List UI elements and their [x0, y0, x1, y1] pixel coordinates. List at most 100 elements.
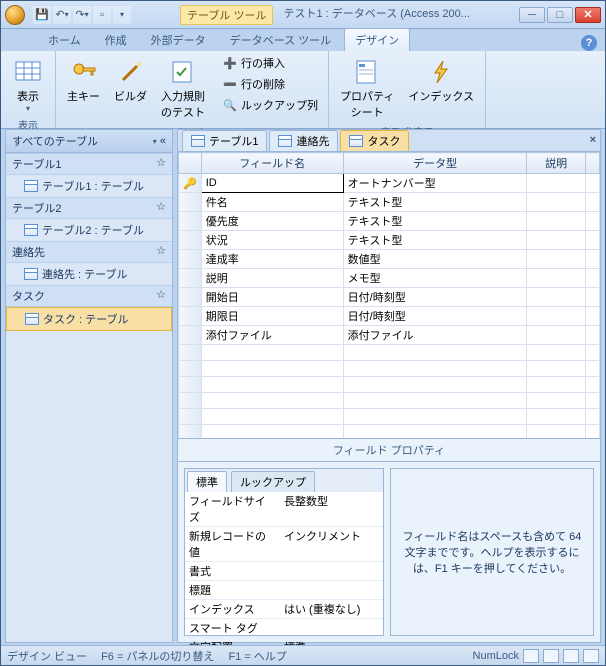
row-selector[interactable]: [179, 212, 202, 231]
nav-item[interactable]: 連絡先 : テーブル: [6, 263, 172, 285]
cell-description[interactable]: [527, 288, 586, 307]
nav-item[interactable]: タスク : テーブル: [6, 307, 172, 331]
property-row[interactable]: 新規レコードの値インクリメント: [185, 527, 383, 562]
row-selector[interactable]: [179, 288, 202, 307]
view-button[interactable]: 表示▾: [7, 53, 49, 116]
nav-header[interactable]: すべてのテーブル ▾ «: [6, 130, 172, 153]
table-row[interactable]: 件名テキスト型: [179, 193, 600, 212]
cell-description[interactable]: [527, 326, 586, 345]
cell-data-type[interactable]: テキスト型: [343, 193, 527, 212]
view-switch-pivottable-icon[interactable]: [563, 649, 579, 663]
property-row[interactable]: スマート タグ: [185, 619, 383, 638]
doctab-contacts[interactable]: 連絡先: [269, 130, 338, 151]
table-row[interactable]: 説明メモ型: [179, 269, 600, 288]
office-orb-button[interactable]: [5, 5, 25, 25]
cell-field-name[interactable]: ID: [201, 174, 343, 193]
cell-description[interactable]: [527, 250, 586, 269]
doctab-table1[interactable]: テーブル1: [182, 130, 267, 151]
property-row[interactable]: フィールドサイズ長整数型: [185, 492, 383, 527]
qat-redo-icon[interactable]: ↷▾: [73, 6, 91, 24]
qat-customize-icon[interactable]: ▾: [113, 6, 131, 24]
lookup-column-button[interactable]: 🔍ルックアップ列: [218, 95, 322, 115]
design-grid[interactable]: フィールド名 データ型 説明 🔑IDオートナンバー型件名テキスト型優先度テキスト…: [178, 152, 600, 439]
cell-data-type[interactable]: 日付/時刻型: [343, 307, 527, 326]
view-switch-datasheet-icon[interactable]: [543, 649, 559, 663]
cell-description[interactable]: [527, 307, 586, 326]
row-selector[interactable]: [179, 307, 202, 326]
view-switch-design-icon[interactable]: [523, 649, 539, 663]
doctab-tasks[interactable]: タスク: [340, 130, 409, 151]
cell-field-name[interactable]: 件名: [201, 193, 343, 212]
cell-field-name[interactable]: 優先度: [201, 212, 343, 231]
builder-button[interactable]: ビルダ: [109, 53, 152, 107]
close-button[interactable]: ✕: [575, 7, 601, 23]
cell-description[interactable]: [527, 212, 586, 231]
proptab-general[interactable]: 標準: [187, 471, 227, 492]
cell-data-type[interactable]: メモ型: [343, 269, 527, 288]
table-row[interactable]: 達成率数値型: [179, 250, 600, 269]
row-selector[interactable]: [179, 250, 202, 269]
view-switch-pivotchart-icon[interactable]: [583, 649, 599, 663]
cell-data-type[interactable]: 添付ファイル: [343, 326, 527, 345]
tab-design[interactable]: デザイン: [344, 28, 410, 51]
maximize-button[interactable]: □: [547, 7, 573, 23]
col-field-name[interactable]: フィールド名: [201, 153, 343, 174]
row-selector[interactable]: 🔑: [179, 174, 202, 193]
cell-data-type[interactable]: 日付/時刻型: [343, 288, 527, 307]
proptab-lookup[interactable]: ルックアップ: [231, 471, 315, 492]
nav-group-header[interactable]: タスク☆: [6, 285, 172, 307]
table-row[interactable]: 優先度テキスト型: [179, 212, 600, 231]
minimize-button[interactable]: ─: [519, 7, 545, 23]
cell-data-type[interactable]: オートナンバー型: [343, 174, 527, 193]
cell-description[interactable]: [527, 231, 586, 250]
tab-home[interactable]: ホーム: [37, 28, 92, 51]
validation-test-button[interactable]: 入力規則 のテスト: [156, 53, 210, 123]
help-icon[interactable]: ?: [581, 35, 597, 51]
document-tabs: テーブル1 連絡先 タスク ×: [178, 130, 600, 152]
doctab-close-icon[interactable]: ×: [590, 134, 596, 146]
cell-data-type[interactable]: テキスト型: [343, 212, 527, 231]
cell-data-type[interactable]: テキスト型: [343, 231, 527, 250]
nav-item[interactable]: テーブル2 : テーブル: [6, 219, 172, 241]
row-selector[interactable]: [179, 326, 202, 345]
qat-extra-icon[interactable]: ▫: [93, 6, 111, 24]
tab-create[interactable]: 作成: [94, 28, 138, 51]
table-row[interactable]: 状況テキスト型: [179, 231, 600, 250]
cell-field-name[interactable]: 状況: [201, 231, 343, 250]
col-data-type[interactable]: データ型: [343, 153, 527, 174]
cell-field-name[interactable]: 達成率: [201, 250, 343, 269]
table-row[interactable]: 開始日日付/時刻型: [179, 288, 600, 307]
property-sheet-button[interactable]: プロパティ シート: [335, 53, 399, 123]
cell-description[interactable]: [527, 269, 586, 288]
tab-database-tools[interactable]: データベース ツール: [219, 28, 343, 51]
cell-field-name[interactable]: 期限日: [201, 307, 343, 326]
cell-data-type[interactable]: 数値型: [343, 250, 527, 269]
nav-item[interactable]: テーブル1 : テーブル: [6, 175, 172, 197]
insert-rows-button[interactable]: ➕行の挿入: [218, 53, 322, 73]
row-selector[interactable]: [179, 231, 202, 250]
row-selector[interactable]: [179, 193, 202, 212]
nav-group-header[interactable]: テーブル2☆: [6, 197, 172, 219]
table-row[interactable]: 🔑IDオートナンバー型: [179, 174, 600, 193]
qat-undo-icon[interactable]: ↶▾: [53, 6, 71, 24]
cell-field-name[interactable]: 説明: [201, 269, 343, 288]
table-icon: [349, 135, 363, 147]
col-description[interactable]: 説明: [527, 153, 586, 174]
cell-field-name[interactable]: 開始日: [201, 288, 343, 307]
nav-group-header[interactable]: テーブル1☆: [6, 153, 172, 175]
property-row[interactable]: 書式: [185, 562, 383, 581]
property-row[interactable]: インデックスはい (重複なし): [185, 600, 383, 619]
cell-description[interactable]: [527, 174, 586, 193]
row-selector[interactable]: [179, 269, 202, 288]
property-row[interactable]: 標題: [185, 581, 383, 600]
cell-field-name[interactable]: 添付ファイル: [201, 326, 343, 345]
table-row[interactable]: 添付ファイル添付ファイル: [179, 326, 600, 345]
cell-description[interactable]: [527, 193, 586, 212]
table-row[interactable]: 期限日日付/時刻型: [179, 307, 600, 326]
qat-save-icon[interactable]: 💾: [33, 6, 51, 24]
primary-key-button[interactable]: 主キー: [62, 53, 105, 107]
tab-external-data[interactable]: 外部データ: [140, 28, 217, 51]
indexes-button[interactable]: インデックス: [403, 53, 479, 107]
delete-rows-button[interactable]: ➖行の削除: [218, 74, 322, 94]
nav-group-header[interactable]: 連絡先☆: [6, 241, 172, 263]
